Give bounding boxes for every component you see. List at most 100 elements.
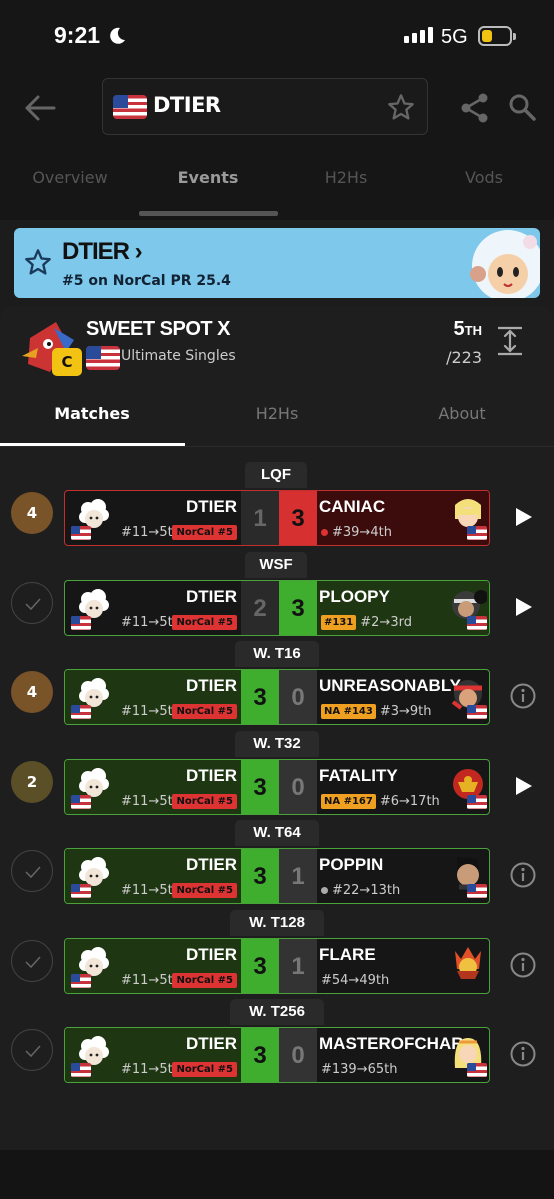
info-icon[interactable] xyxy=(510,862,536,888)
play-icon[interactable] xyxy=(510,594,536,620)
match-card[interactable]: DTIER #11→5th NorCal #5 2 3 PLOOPY #131 #2→3rd xyxy=(64,580,490,636)
match-row[interactable]: LQF 4 DTIER #11→5th NorCal #5 1 3 CANIAC #39→4th xyxy=(0,462,554,552)
star-outline-icon[interactable] xyxy=(387,93,415,121)
completed-check-icon xyxy=(11,1029,53,1071)
opponent-seed: #3→9th xyxy=(379,704,432,719)
us-flag-icon xyxy=(71,883,91,902)
match-row[interactable]: W. T128 DTIER #11→5th NorCal #5 3 1 FLARE #54→4… xyxy=(0,910,554,1000)
completed-check-icon xyxy=(11,940,53,982)
tab-vods[interactable]: Vods xyxy=(414,168,554,187)
player-region-tag: NorCal #5 xyxy=(172,883,237,898)
player-name: DTIER xyxy=(186,1034,237,1053)
match-row[interactable]: W. T16 4 DTIER #11→5th NorCal #5 3 0 UNREASONAB… xyxy=(0,641,554,731)
us-flag-icon xyxy=(467,794,487,813)
opponent-seed-row: #139→65th xyxy=(321,1062,397,1077)
tab-overview[interactable]: Overview xyxy=(0,168,140,187)
player-name: DTIER xyxy=(186,855,237,874)
status-bar: 9:21 5G xyxy=(0,0,554,70)
player-side: DTIER #11→5th NorCal #5 xyxy=(65,760,241,814)
signal-icon xyxy=(404,27,433,43)
us-flag-icon xyxy=(71,973,91,992)
player-score: 1 xyxy=(241,491,279,545)
us-flag-icon xyxy=(71,704,91,723)
status-dot-icon xyxy=(321,529,328,536)
play-icon[interactable] xyxy=(510,504,536,530)
player-side: DTIER #11→5th NorCal #5 xyxy=(65,491,241,545)
opponent-seed-row: #54→49th xyxy=(321,973,389,988)
tab-event-h2hs[interactable]: H2Hs xyxy=(185,404,369,423)
opponent-tag: NA #167 xyxy=(321,794,376,809)
star-outline-icon[interactable] xyxy=(24,248,52,276)
info-icon[interactable] xyxy=(510,1041,536,1067)
completed-check-icon xyxy=(11,850,53,892)
opponent-side: CANIAC #39→4th xyxy=(317,491,489,545)
opponent-seed-row: NA #167 #6→17th xyxy=(321,794,440,809)
player-banner[interactable]: DTIER › #5 on NorCal PR 25.4 xyxy=(14,228,540,298)
opponent-seed-row: #39→4th xyxy=(321,525,392,540)
bottom-bar xyxy=(0,1150,554,1199)
back-arrow-icon[interactable] xyxy=(24,94,56,122)
match-row[interactable]: W. T64 DTIER #11→5th NorCal #5 3 1 POPPIN #22→1… xyxy=(0,820,554,910)
round-label: W. T64 xyxy=(235,820,319,846)
opponent-name: CANIAC xyxy=(319,497,386,516)
share-icon[interactable] xyxy=(460,92,490,124)
match-card[interactable]: DTIER #11→5th NorCal #5 3 0 UNREASONABLY... NA… xyxy=(64,669,490,725)
tab-events[interactable]: Events xyxy=(138,168,278,187)
opponent-score: 1 xyxy=(279,939,317,993)
tab-matches[interactable]: Matches xyxy=(0,404,184,423)
character-portrait-icon xyxy=(470,230,540,298)
info-icon[interactable] xyxy=(510,683,536,709)
opponent-seed-row: NA #143 #3→9th xyxy=(321,704,432,719)
match-row[interactable]: WSF DTIER #11→5th NorCal #5 2 3 PLOOPY #131 #2→3… xyxy=(0,552,554,642)
banner-ranking: #5 on NorCal PR 25.4 xyxy=(62,273,231,289)
match-row[interactable]: W. T32 2 DTIER #11→5th NorCal #5 3 0 FATALITY NA… xyxy=(0,731,554,821)
opponent-character-icon xyxy=(449,943,487,983)
top-bar: DTIER Overview Events H2Hs Vods xyxy=(0,70,554,220)
tab-h2hs[interactable]: H2Hs xyxy=(276,168,416,187)
game-count-badge: 2 xyxy=(11,761,53,803)
opponent-name: POPPIN xyxy=(319,855,384,874)
event-title[interactable]: SWEET SPOT X xyxy=(86,318,231,341)
player-name: DTIER xyxy=(186,945,237,964)
player-score: 3 xyxy=(241,849,279,903)
tab-about[interactable]: About xyxy=(370,404,554,423)
player-region-tag: NorCal #5 xyxy=(172,615,237,630)
opponent-tag: NA #143 xyxy=(321,704,376,719)
opponent-name: FLARE xyxy=(319,945,376,964)
match-card[interactable]: DTIER #11→5th NorCal #5 3 1 POPPIN #22→13th xyxy=(64,848,490,904)
game-count-badge: 4 xyxy=(11,671,53,713)
player-region-tag: NorCal #5 xyxy=(172,794,237,809)
us-flag-icon xyxy=(86,346,120,370)
match-card[interactable]: DTIER #11→5th NorCal #5 3 0 FATALITY NA #167 #6… xyxy=(64,759,490,815)
us-flag-icon xyxy=(113,95,147,119)
player-score: 3 xyxy=(241,760,279,814)
event-subtabs: Matches H2Hs About xyxy=(0,396,554,446)
profile-tabs: Overview Events H2Hs Vods xyxy=(0,160,554,200)
us-flag-icon xyxy=(467,1062,487,1081)
us-flag-icon xyxy=(467,615,487,634)
opponent-seed: #6→17th xyxy=(379,794,440,809)
expand-icon[interactable] xyxy=(498,326,522,356)
match-row[interactable]: W. T256 DTIER #11→5th NorCal #5 3 0 MASTEROFCH… xyxy=(0,999,554,1089)
us-flag-icon xyxy=(467,525,487,544)
opponent-name: MASTEROFCHAR xyxy=(319,1034,464,1053)
match-card[interactable]: DTIER #11→5th NorCal #5 3 1 FLARE #54→49th xyxy=(64,938,490,994)
opponent-score: 0 xyxy=(279,760,317,814)
opponent-seed-row: #131 #2→3rd xyxy=(321,615,412,630)
opponent-seed: #22→13th xyxy=(332,883,401,898)
opponent-score: 3 xyxy=(279,491,317,545)
player-score: 3 xyxy=(241,939,279,993)
banner-player-name: DTIER › xyxy=(62,238,143,265)
play-icon[interactable] xyxy=(510,773,536,799)
search-icon[interactable] xyxy=(508,93,536,121)
match-card[interactable]: DTIER #11→5th NorCal #5 3 0 MASTEROFCHAR #139→… xyxy=(64,1027,490,1083)
completed-check-icon xyxy=(11,582,53,624)
status-dot-icon xyxy=(321,887,328,894)
opponent-name: FATALITY xyxy=(319,766,398,785)
player-region-tag: NorCal #5 xyxy=(172,704,237,719)
info-icon[interactable] xyxy=(510,952,536,978)
event-subtitle: Ultimate Singles xyxy=(121,348,236,364)
match-card[interactable]: DTIER #11→5th NorCal #5 1 3 CANIAC #39→4th xyxy=(64,490,490,546)
player-region-tag: NorCal #5 xyxy=(172,525,237,540)
search-field[interactable]: DTIER xyxy=(102,78,428,135)
